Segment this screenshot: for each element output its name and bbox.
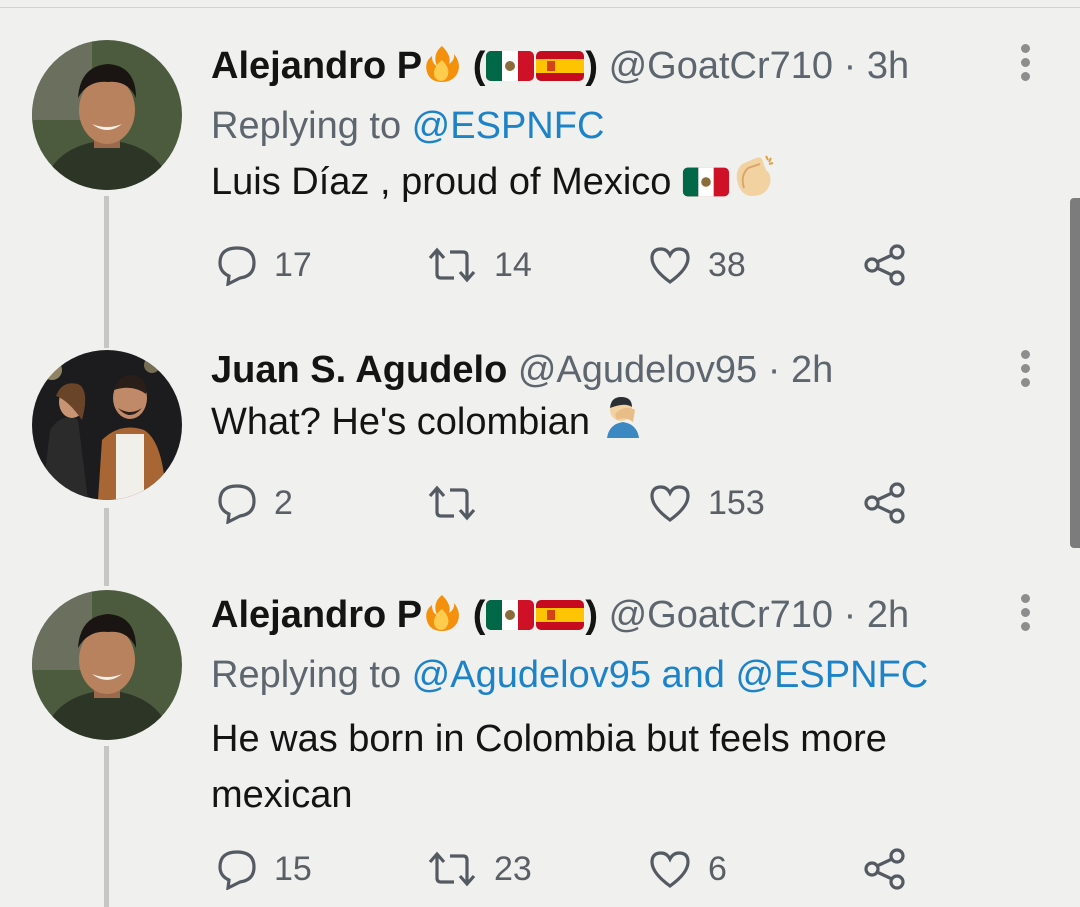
replying-to: Replying to @Agudelov95 and @ESPNFC (211, 653, 1011, 697)
like-button[interactable]: 6 (648, 844, 727, 894)
more-options-icon (1020, 594, 1030, 603)
tweet-text: Luis Díaz , proud of Mexico (211, 154, 1011, 214)
facepalm-icon (601, 394, 645, 454)
handle[interactable]: @GoatCr710 (609, 594, 833, 636)
display-name[interactable]: Alejandro P (211, 45, 422, 87)
like-button[interactable]: 153 (648, 478, 765, 528)
like-count: 38 (708, 245, 746, 284)
timestamp[interactable]: 2h (791, 349, 833, 391)
thread-connector (104, 196, 109, 348)
reply-button[interactable]: 15 (216, 844, 312, 894)
mexico-flag-icon (485, 597, 535, 641)
tweet[interactable]: Alejandro P ( ) @GoatCr710 · 2h Replying… (211, 593, 1011, 823)
tweet-header: Alejandro P ( ) @GoatCr710 · 2h (211, 593, 1011, 641)
more-options-button[interactable] (1018, 44, 1032, 86)
tweet-text-content: Luis Díaz , proud of Mexico (211, 161, 672, 203)
share-button[interactable] (863, 240, 907, 290)
tweet-text: What? He's colombian (211, 394, 1011, 454)
tweet-actions: 17 14 38 (211, 240, 931, 290)
reply-icon (218, 246, 256, 286)
mexico-flag-icon (682, 158, 730, 214)
tweet-text-content: What? He's colombian (211, 401, 590, 443)
timestamp[interactable]: 3h (867, 45, 909, 87)
share-icon (864, 848, 905, 890)
fire-icon (422, 44, 462, 92)
name-paren: ) (585, 45, 599, 87)
retweet-icon (428, 247, 476, 283)
separator: · (833, 45, 867, 87)
fire-icon (422, 593, 462, 641)
reply-icon (218, 850, 256, 890)
like-button[interactable]: 38 (648, 240, 746, 290)
retweet-button[interactable]: 23 (426, 844, 532, 894)
more-options-icon (1020, 350, 1030, 359)
more-options-dot (1020, 378, 1030, 387)
like-count: 6 (708, 849, 727, 888)
retweet-icon (428, 851, 476, 887)
tweet[interactable]: Alejandro P ( ) @GoatCr710 · 3h Replying… (211, 44, 1011, 214)
mexico-flag-icon (485, 48, 535, 92)
like-icon (650, 247, 690, 284)
tweet-actions: 15 23 6 (211, 844, 931, 894)
spain-flag-icon (535, 597, 585, 641)
avatar[interactable] (32, 40, 182, 190)
scrollbar[interactable] (1070, 198, 1080, 548)
retweet-button[interactable] (426, 478, 494, 528)
replying-to-label: Replying to (211, 105, 412, 147)
avatar[interactable] (32, 350, 182, 500)
reply-count: 2 (274, 483, 293, 522)
display-name[interactable]: Alejandro P (211, 594, 422, 636)
more-options-dot (1020, 364, 1030, 373)
spain-flag-icon (535, 48, 585, 92)
tweet[interactable]: Juan S. Agudelo @Agudelov95 · 2h What? H… (211, 348, 1011, 454)
tweet-actions: 2 153 (211, 478, 931, 528)
share-icon (864, 482, 905, 524)
retweet-icon (428, 485, 476, 521)
reply-button[interactable]: 2 (216, 478, 293, 528)
replying-to-label: Replying to (211, 654, 412, 696)
more-options-icon (1020, 44, 1030, 53)
display-name[interactable]: Juan S. Agudelo (211, 349, 507, 391)
separator: · (833, 594, 867, 636)
clapping-hands-icon (730, 154, 776, 214)
timestamp[interactable]: 2h (867, 594, 909, 636)
top-divider (0, 7, 1080, 8)
more-options-dot (1020, 622, 1030, 631)
like-count: 153 (708, 483, 765, 522)
retweet-count: 14 (494, 245, 532, 284)
reply-icon (218, 484, 256, 524)
tweet-text: He was born in Colombia but feels more m… (211, 711, 1011, 823)
name-paren: ) (585, 594, 599, 636)
replying-to: Replying to @ESPNFC (211, 104, 1011, 148)
share-button[interactable] (863, 478, 907, 528)
tweet-header: Alejandro P ( ) @GoatCr710 · 3h (211, 44, 1011, 92)
retweet-count: 23 (494, 849, 532, 888)
thread-connector (104, 746, 109, 907)
more-options-button[interactable] (1018, 594, 1032, 636)
reply-count: 17 (274, 245, 312, 284)
share-icon (864, 244, 905, 286)
separator: · (757, 349, 791, 391)
retweet-button[interactable]: 14 (426, 240, 532, 290)
more-options-dot (1020, 72, 1030, 81)
reply-count: 15 (274, 849, 312, 888)
more-options-dot (1020, 58, 1030, 67)
name-paren: ( (472, 594, 486, 636)
more-options-button[interactable] (1018, 350, 1032, 392)
handle[interactable]: @Agudelov95 (518, 349, 757, 391)
avatar[interactable] (32, 590, 182, 740)
share-button[interactable] (863, 844, 907, 894)
tweet-text-line: He was born in Colombia but feels more (211, 718, 887, 760)
reply-mention-link[interactable]: @Agudelov95 and @ESPNFC (412, 654, 929, 696)
like-icon (650, 851, 690, 888)
tweet-header: Juan S. Agudelo @Agudelov95 · 2h (211, 348, 1011, 392)
handle[interactable]: @GoatCr710 (609, 45, 833, 87)
like-icon (650, 485, 690, 522)
name-paren: ( (472, 45, 486, 87)
reply-button[interactable]: 17 (216, 240, 312, 290)
thread-connector (104, 508, 109, 586)
reply-mention-link[interactable]: @ESPNFC (412, 105, 605, 147)
more-options-dot (1020, 608, 1030, 617)
tweet-text-line: mexican (211, 774, 353, 816)
